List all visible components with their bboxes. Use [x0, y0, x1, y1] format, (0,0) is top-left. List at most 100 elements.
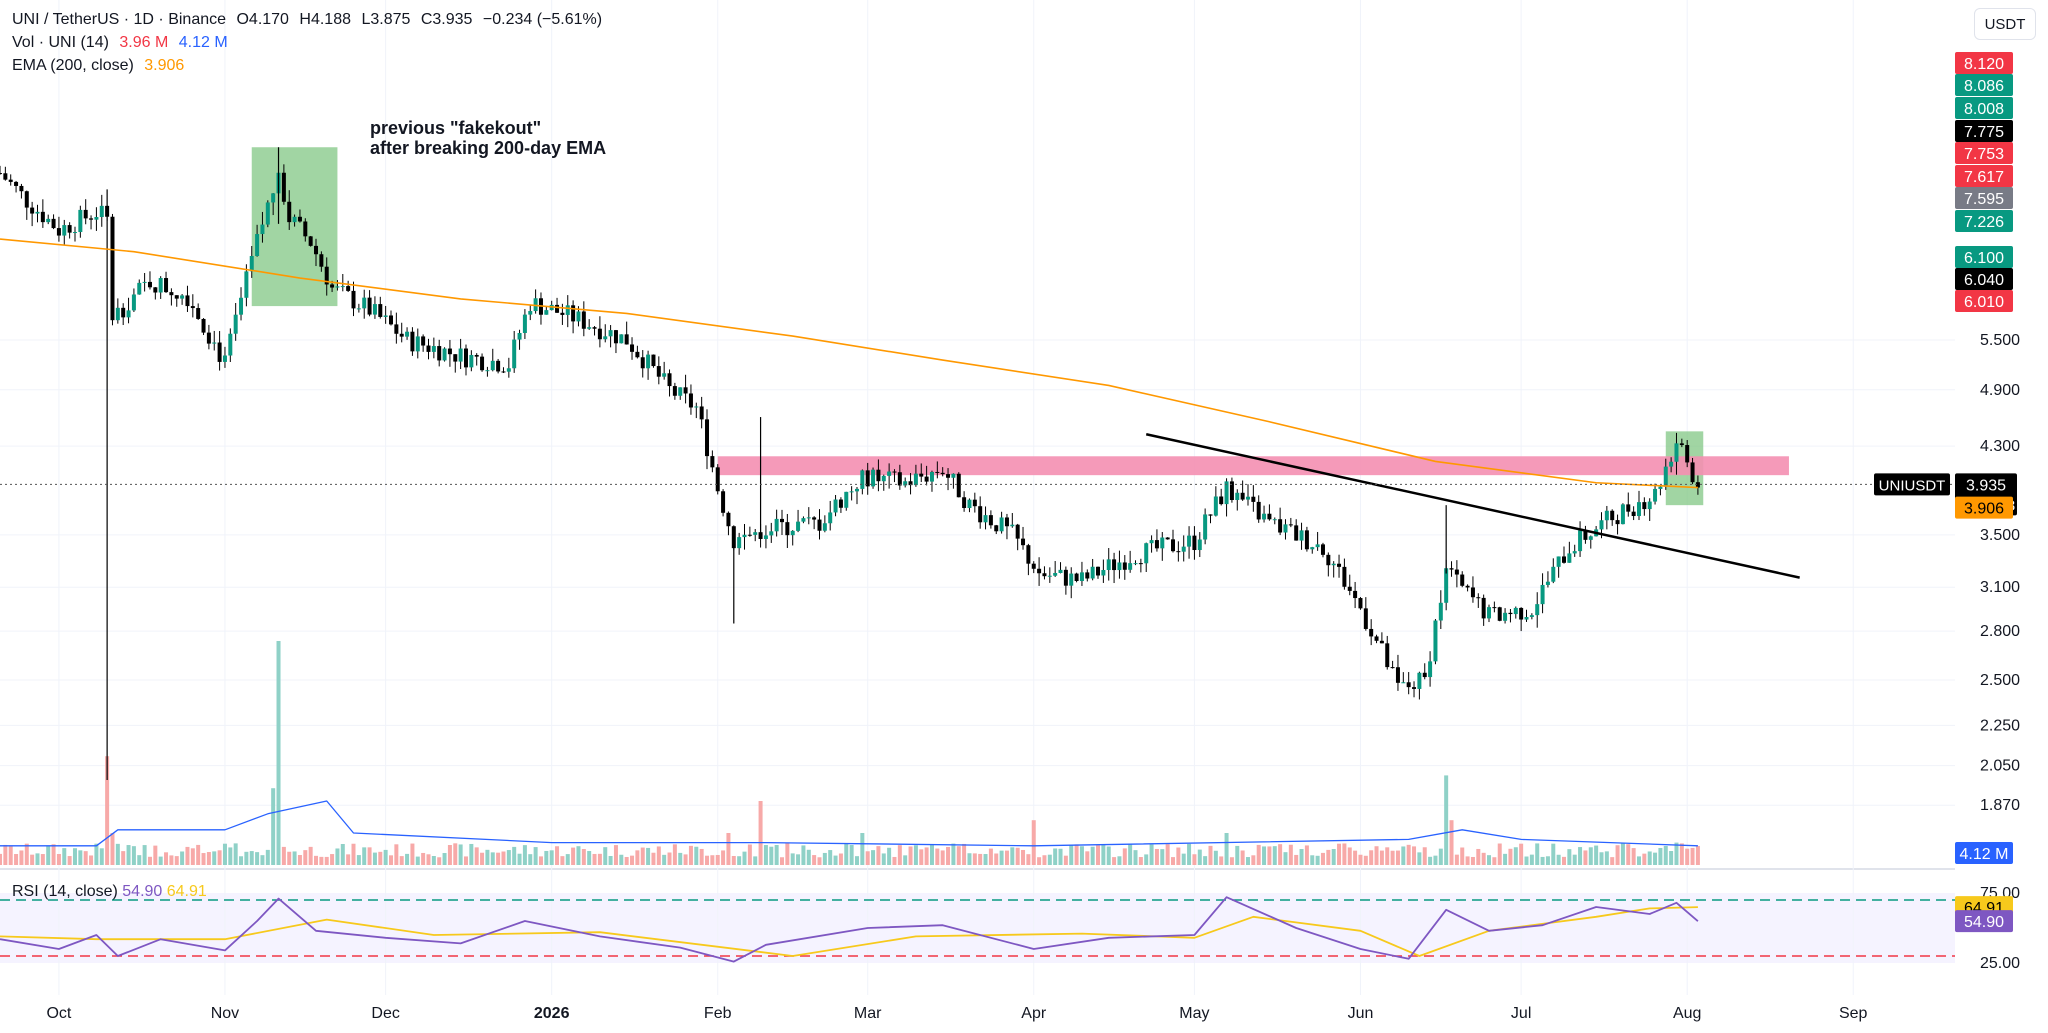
- volume-bar: [1449, 820, 1454, 865]
- candle-body: [1508, 612, 1513, 615]
- candle-body: [1524, 617, 1529, 620]
- candle-body: [1267, 513, 1272, 520]
- volume-bar: [1031, 820, 1036, 865]
- volume-bar: [1438, 848, 1443, 865]
- volume-bar: [1058, 848, 1063, 865]
- ema-price-tag-text: 3.906: [1964, 501, 2004, 518]
- candle-body: [833, 499, 838, 513]
- volume-bar: [1529, 854, 1534, 865]
- candle-body: [978, 506, 983, 523]
- candle-body: [967, 499, 972, 509]
- volume-bar: [206, 852, 211, 865]
- volume-bar: [769, 846, 774, 865]
- candle-body: [672, 386, 677, 396]
- volume-bar: [871, 850, 876, 865]
- candle-body: [1272, 519, 1277, 521]
- candle-body: [3, 173, 8, 180]
- annotation-line-1: previous "fakekout": [370, 118, 542, 138]
- volume-bar: [581, 849, 586, 865]
- volume-bar: [212, 851, 217, 865]
- ema-legend[interactable]: EMA (200, close) 3.906: [12, 55, 190, 77]
- candle-body: [812, 517, 817, 520]
- volume-bar: [137, 855, 142, 865]
- candle-body: [603, 336, 608, 340]
- volume-bar: [56, 853, 61, 865]
- candle-body: [372, 304, 377, 315]
- volume-bar: [1165, 844, 1170, 865]
- volume-bar: [1412, 846, 1417, 865]
- volume-bar: [394, 844, 399, 865]
- volume-bar: [110, 833, 115, 865]
- candle-body: [619, 334, 624, 344]
- volume-bar: [1283, 852, 1288, 865]
- candle-body: [1294, 525, 1299, 541]
- candle-body: [517, 332, 522, 340]
- volume-bar: [1251, 855, 1256, 865]
- x-tick-label: Oct: [46, 1005, 71, 1022]
- candle-body: [1262, 513, 1267, 520]
- candle-body: [951, 473, 956, 478]
- volume-bar: [1658, 847, 1663, 865]
- candle-body: [1519, 607, 1524, 620]
- symbol-title[interactable]: UNI / TetherUS · 1D · Binance: [12, 11, 226, 28]
- volume-ma-tag: 4.12 M: [1955, 842, 2013, 864]
- candle-body: [437, 346, 442, 361]
- candle-body: [737, 537, 742, 549]
- volume-bar: [1422, 847, 1427, 865]
- candle-body: [35, 211, 40, 214]
- candle-body: [817, 519, 822, 531]
- volume-bar: [319, 856, 324, 865]
- candle-body: [308, 236, 313, 246]
- candle-body: [1663, 466, 1668, 487]
- volume-bar: [1154, 848, 1159, 865]
- candle-body: [1465, 585, 1470, 588]
- candle-body: [1647, 501, 1652, 510]
- volume-bar: [1497, 843, 1502, 865]
- candle-body: [346, 286, 351, 291]
- candle-body: [1165, 537, 1170, 540]
- y-tick-label: 2.500: [1980, 672, 2020, 689]
- currency-unit-button[interactable]: USDT: [1974, 8, 2036, 40]
- price-tag-text: 7.775: [1964, 124, 2004, 141]
- volume-bar: [83, 851, 88, 865]
- volume-bar: [560, 856, 565, 865]
- volume-bar: [946, 846, 951, 865]
- volume-bar: [522, 845, 527, 865]
- price-tag-text: 7.617: [1964, 169, 2004, 186]
- x-tick-label: Dec: [371, 1005, 399, 1022]
- candle-body: [415, 336, 420, 352]
- candle-body: [1058, 569, 1063, 574]
- candle-body: [30, 207, 35, 214]
- volume-legend[interactable]: Vol · UNI (14) 3.96 M 4.12 M: [12, 32, 234, 54]
- candle-body: [447, 348, 452, 355]
- volume-bar: [538, 856, 543, 865]
- candle-body: [705, 419, 710, 457]
- volume-bar: [935, 848, 940, 865]
- candle-body: [924, 476, 929, 482]
- volume-bar: [1015, 847, 1020, 865]
- volume-bar: [1288, 844, 1293, 865]
- candle-body: [24, 191, 29, 208]
- volume-bar: [533, 847, 538, 865]
- volume-bar: [812, 855, 817, 865]
- candle-body: [1379, 640, 1384, 644]
- candle-body: [994, 525, 999, 532]
- trading-chart[interactable]: RSI (14, close) 54.90 64.91 Oct Nov Dec 202…: [0, 0, 2048, 1033]
- candle-body: [688, 393, 693, 408]
- volume-bar: [1160, 849, 1165, 865]
- candle-body: [683, 387, 688, 394]
- volume-bar: [196, 844, 201, 865]
- x-tick-label: Jun: [1348, 1005, 1374, 1022]
- highlight-box: [251, 147, 338, 307]
- volume-bar: [608, 855, 613, 865]
- volume-bar: [1460, 847, 1465, 865]
- volume-bar: [415, 856, 420, 865]
- volume-bar: [1401, 846, 1406, 865]
- candle-body: [362, 297, 367, 309]
- candle-body: [1197, 539, 1202, 551]
- volume-bar: [780, 857, 784, 865]
- volume-bar: [67, 856, 72, 865]
- volume-bar: [517, 853, 522, 865]
- volume-bar: [233, 843, 238, 865]
- candle-body: [389, 315, 393, 325]
